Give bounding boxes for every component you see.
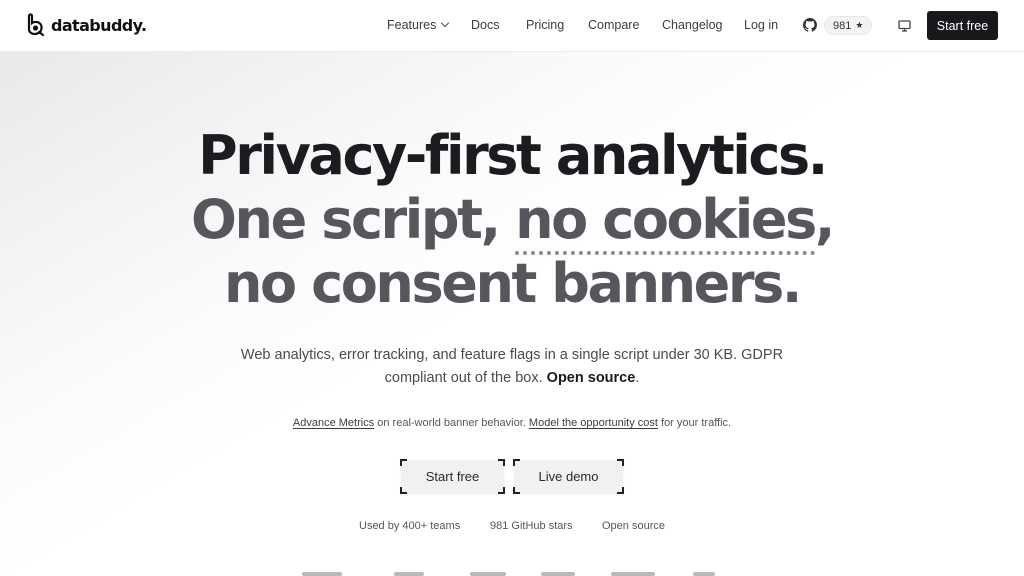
stat-open-source: Open source	[602, 520, 665, 532]
github-stars-count: 981	[833, 19, 852, 32]
open-source-link[interactable]: Open source	[547, 370, 636, 386]
monitor-icon	[898, 20, 911, 32]
advance-metrics-link[interactable]: Advance Metrics	[293, 417, 374, 429]
nav-features-label: Features	[387, 18, 437, 32]
hero-subtitle: Web analytics, error tracking, and featu…	[230, 344, 794, 390]
corner-bracket	[513, 459, 520, 466]
nav-features[interactable]: Features	[387, 18, 450, 32]
brand-name: databuddy.	[51, 15, 147, 35]
corner-bracket	[513, 487, 520, 494]
hero-line2-start: One script,	[191, 188, 516, 251]
hero-live-demo-label: Live demo	[538, 469, 599, 484]
corner-bracket	[617, 487, 624, 494]
hero-subtitle-end: .	[635, 370, 640, 386]
corner-bracket	[617, 459, 624, 466]
hero-line2-end: ,	[814, 188, 836, 251]
hero-headline-line2: One script, no cookies,	[0, 188, 1024, 255]
nav-changelog[interactable]: Changelog	[662, 18, 722, 32]
hero-headline-line1: Privacy-first analytics.	[198, 124, 828, 187]
stat-github-stars: 981 GitHub stars	[490, 520, 573, 532]
github-link[interactable]	[803, 18, 817, 37]
no-cookies-highlight: no cookies	[515, 188, 817, 255]
top-navbar: databuddy. Features Docs Pricing Compare…	[0, 0, 1024, 52]
cut-off-section-row	[0, 570, 1024, 576]
note-text-1: on real-world banner behavior.	[374, 417, 529, 429]
chevron-down-icon	[441, 18, 450, 28]
hero-start-free-button[interactable]: Start free	[400, 459, 505, 494]
hero-live-demo-button[interactable]: Live demo	[513, 459, 624, 494]
hero-start-free-label: Start free	[425, 469, 480, 484]
hero-note: Advance Metrics on real-world banner beh…	[0, 417, 1024, 429]
corner-bracket	[400, 459, 407, 466]
github-stars-badge[interactable]: 981 ★	[824, 16, 873, 35]
corner-bracket	[498, 459, 505, 466]
hero-subtitle-text: Web analytics, error tracking, and featu…	[240, 347, 784, 386]
theme-toggle[interactable]	[898, 19, 911, 37]
hero-section: Privacy-first analytics. One script, no …	[0, 52, 1024, 576]
star-icon: ★	[855, 20, 864, 30]
corner-bracket	[498, 487, 505, 494]
opportunity-cost-link[interactable]: Model the opportunity cost	[529, 417, 658, 429]
nav-compare[interactable]: Compare	[588, 18, 639, 32]
corner-bracket	[400, 487, 407, 494]
github-icon	[803, 18, 817, 32]
brand-logo[interactable]: databuddy.	[25, 13, 147, 37]
stat-teams: Used by 400+ teams	[359, 520, 461, 532]
note-text-2: for your traffic.	[657, 417, 732, 429]
hero-headline-line3: no consent banners.	[223, 252, 802, 315]
nav-login[interactable]: Log in	[744, 18, 778, 32]
nav-start-free-button[interactable]: Start free	[927, 11, 998, 40]
nav-pricing[interactable]: Pricing	[526, 18, 564, 32]
nav-docs[interactable]: Docs	[471, 18, 499, 32]
databuddy-logo-icon	[27, 13, 45, 37]
